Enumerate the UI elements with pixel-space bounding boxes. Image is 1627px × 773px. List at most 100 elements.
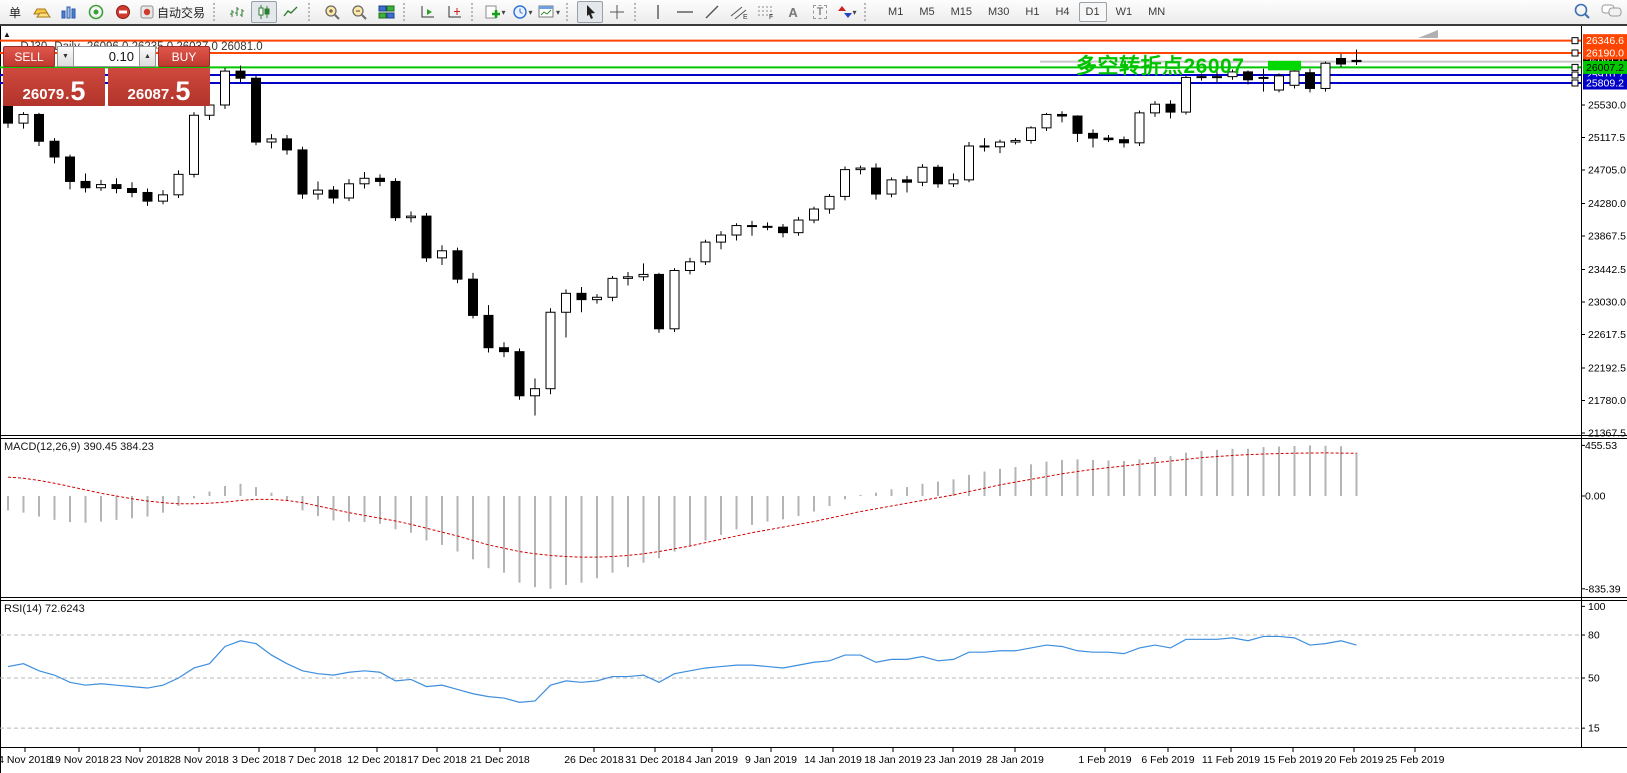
timeframe-group: M1M5M15M30H1H4D1W1MN	[881, 2, 1172, 22]
date-label: 14 Jan 2019	[804, 754, 862, 766]
zoom-out-button[interactable]	[346, 1, 372, 23]
buy-button[interactable]: BUY	[158, 46, 210, 67]
new-order-button[interactable]: 单	[2, 1, 28, 23]
candle-body	[35, 114, 44, 141]
vertical-line-button[interactable]	[645, 1, 671, 23]
tf-button-M5[interactable]: M5	[912, 2, 941, 22]
toolbar-separator	[308, 3, 315, 21]
chart-shift-icon	[446, 4, 463, 20]
dropdown-arrow-icon[interactable]: ▾	[556, 8, 560, 17]
search-icon[interactable]	[1573, 2, 1591, 20]
dropdown-arrow-icon[interactable]: ▾	[529, 8, 533, 17]
sell-button[interactable]: SELL	[3, 46, 55, 67]
candle-body	[949, 180, 958, 184]
vertical-line-icon	[651, 4, 665, 20]
date-label: 9 Jan 2019	[745, 754, 797, 766]
candle-body	[1290, 71, 1299, 85]
price-tick-label: 24280.0	[1588, 198, 1626, 210]
sell-price[interactable]: 26079.5	[3, 68, 105, 106]
one-click-collapse-icon[interactable]: ▲	[3, 30, 11, 39]
tf-button-H4[interactable]: H4	[1048, 2, 1076, 22]
price-tick-label: 21780.0	[1588, 395, 1626, 407]
tf-button-M30[interactable]: M30	[981, 2, 1016, 22]
line-handle	[1572, 64, 1578, 70]
text-icon: A	[788, 5, 797, 20]
date-label: 20 Feb 2019	[1325, 754, 1384, 766]
candle-body	[515, 352, 524, 396]
price-label-text: 26007.2	[1586, 62, 1624, 74]
candle-body	[1352, 60, 1361, 61]
macd-tick-label: 0.00	[1585, 491, 1606, 503]
chat-icon[interactable]	[1601, 2, 1623, 20]
tf-button-M1[interactable]: M1	[881, 2, 910, 22]
dropdown-arrow-icon[interactable]: ▾	[502, 8, 506, 17]
crosshair-button[interactable]	[604, 1, 630, 23]
auto-scroll-button[interactable]	[414, 1, 440, 23]
candlestick-chart-icon	[256, 4, 272, 20]
tf-button-M15[interactable]: M15	[944, 2, 979, 22]
tf-button-W1[interactable]: W1	[1109, 2, 1140, 22]
price-label-text: 26190.0	[1586, 47, 1624, 59]
line-handle	[1572, 72, 1578, 78]
tile-windows-button[interactable]	[373, 1, 399, 23]
zoom-in-button[interactable]	[319, 1, 345, 23]
text-label-button[interactable]: T	[807, 1, 833, 23]
volume-input[interactable]: 0.10	[74, 46, 139, 67]
autotrading-button[interactable]: 自动交易	[137, 1, 209, 23]
date-label: 7 Dec 2018	[288, 754, 342, 766]
candle-body	[686, 262, 695, 271]
candle-body	[174, 174, 183, 194]
indicators-button[interactable]: ▾	[482, 1, 508, 23]
gold-icon[interactable]	[29, 1, 55, 23]
line-chart-button[interactable]	[278, 1, 304, 23]
buy-price[interactable]: 26087.5	[108, 68, 210, 106]
signal-icon[interactable]	[83, 1, 109, 23]
tf-button-D1[interactable]: D1	[1079, 2, 1107, 22]
charts-publish-icon[interactable]	[56, 1, 82, 23]
candle-body	[856, 168, 865, 170]
arrows-button[interactable]: ▾	[834, 1, 860, 23]
svg-text:E: E	[743, 14, 748, 20]
equidistant-channel-button[interactable]: E	[726, 1, 752, 23]
candle-body	[143, 192, 152, 201]
trendline-button[interactable]	[699, 1, 725, 23]
volume-increase-button[interactable]: ▲	[139, 46, 156, 67]
candle-body	[1244, 72, 1253, 80]
candle-body	[345, 184, 354, 198]
chart-shift-button[interactable]	[441, 1, 467, 23]
rsi-tick-label: 15	[1588, 723, 1600, 735]
sell-price-dot: .	[65, 87, 69, 102]
chart-canvas[interactable]: 26081.026346.626190.025910.725809.226007…	[0, 0, 1627, 773]
fibonacci-button[interactable]: F	[753, 1, 779, 23]
volume-decrease-button[interactable]: ▼	[57, 46, 74, 67]
candle-body	[546, 312, 555, 388]
macd-indicator-label: MACD(12,26,9) 390.45 384.23	[4, 441, 154, 453]
price-label-text: 25809.2	[1586, 77, 1624, 89]
market-icon[interactable]	[110, 1, 136, 23]
candlestick-chart-button[interactable]	[251, 1, 277, 23]
market-store-icon	[114, 4, 132, 20]
date-label: 28 Nov 2018	[169, 754, 229, 766]
periods-button[interactable]: ▾	[509, 1, 535, 23]
horizontal-line-button[interactable]	[672, 1, 698, 23]
candle-body	[391, 181, 400, 217]
text-button[interactable]: A	[780, 1, 806, 23]
indicators-icon	[485, 4, 501, 20]
candle-body	[1011, 140, 1020, 142]
date-label: 25 Feb 2019	[1386, 754, 1445, 766]
tf-button-MN[interactable]: MN	[1141, 2, 1172, 22]
date-label: 23 Nov 2018	[110, 754, 170, 766]
candle-body	[918, 167, 927, 182]
candle-body	[794, 220, 803, 233]
candle-body	[1275, 76, 1284, 90]
tf-button-H1[interactable]: H1	[1018, 2, 1046, 22]
candle-body	[1259, 77, 1268, 78]
templates-button[interactable]: ▾	[536, 1, 562, 23]
cursor-button[interactable]	[577, 1, 603, 23]
dropdown-arrow-icon[interactable]: ▾	[853, 8, 857, 17]
bars-chart-button[interactable]	[224, 1, 250, 23]
candle-body	[732, 226, 741, 235]
candle-body	[748, 226, 757, 227]
candle-body	[1058, 114, 1067, 116]
candle-body	[934, 167, 943, 184]
